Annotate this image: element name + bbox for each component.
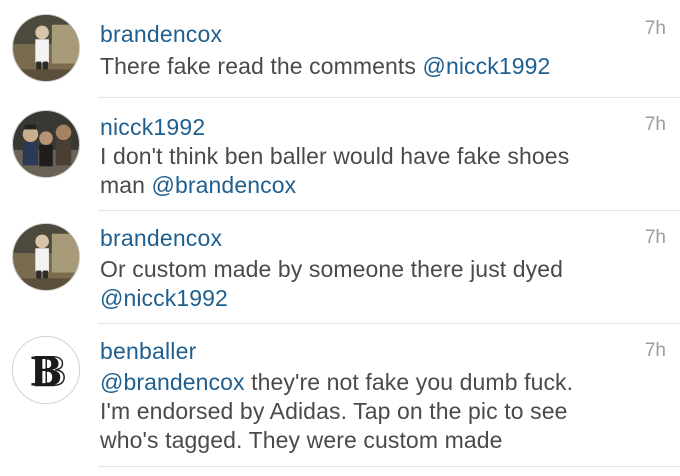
user-avatar[interactable] <box>12 14 80 82</box>
comment-text: I don't think ben baller would have fake… <box>100 142 660 200</box>
comment-line-text: they're not fake you dumb fuck. <box>244 369 574 395</box>
user-avatar[interactable] <box>12 110 80 178</box>
comment-line-text: I'm endorsed by Adidas. Tap on the pic t… <box>100 398 568 424</box>
comment-line: man @brandencox <box>100 171 660 200</box>
comment-timestamp: 7h <box>644 227 666 248</box>
divider <box>98 466 680 467</box>
comment-line: Or custom made by someone there just dye… <box>100 255 660 284</box>
group-photo-avatar-icon <box>13 111 79 177</box>
comment-line-text: I don't think ben baller would have fake… <box>100 143 570 169</box>
mention-link[interactable]: @nicck1992 <box>100 285 228 311</box>
comment-timestamp: 7h <box>644 18 666 39</box>
mention-link[interactable]: @brandencox <box>100 369 245 395</box>
user-avatar[interactable] <box>12 223 80 291</box>
comment-line: who's tagged. They were custom made <box>100 426 660 455</box>
mention-link[interactable]: @brandencox <box>152 172 297 198</box>
comment-line-text: There fake read the comments <box>100 53 423 79</box>
comment-line: There fake read the comments @nicck1992 <box>100 52 660 81</box>
user-photo-avatar-icon <box>13 224 79 290</box>
comment-line-text: Or custom made by someone there just dye… <box>100 256 564 282</box>
user-avatar[interactable]: B B <box>12 336 80 404</box>
comment-username[interactable]: brandencox <box>100 21 222 47</box>
user-photo-avatar-icon <box>13 15 79 81</box>
comment-line-text: man <box>100 172 152 198</box>
comment-text: @brandencox they're not fake you dumb fu… <box>100 368 660 455</box>
svg-text:B: B <box>33 351 66 396</box>
comment-line: I'm endorsed by Adidas. Tap on the pic t… <box>100 397 660 426</box>
comment-item: brandencox 7h There fake read the commen… <box>0 0 680 98</box>
comment-text: Or custom made by someone there just dye… <box>100 255 660 313</box>
comment-line: I don't think ben baller would have fake… <box>100 142 660 171</box>
comment-username[interactable]: brandencox <box>100 225 222 251</box>
bb-logo-avatar-icon: B B <box>13 337 79 403</box>
comment-text: There fake read the comments @nicck1992 <box>100 52 660 81</box>
comment-item: brandencox 7h Or custom made by someone … <box>0 211 680 323</box>
comment-timestamp: 7h <box>644 340 666 361</box>
comment-line-text: who's tagged. They were custom made <box>100 427 503 453</box>
comment-username[interactable]: benballer <box>100 338 196 364</box>
comment-username[interactable]: nicck1992 <box>100 114 205 140</box>
comment-line: @nicck1992 <box>100 284 660 313</box>
mention-link[interactable]: @nicck1992 <box>423 53 551 79</box>
comment-item: nicck1992 7h I don't think ben baller wo… <box>0 98 680 210</box>
comment-line: @brandencox they're not fake you dumb fu… <box>100 368 660 397</box>
comment-list: brandencox 7h There fake read the commen… <box>0 0 680 476</box>
comment-timestamp: 7h <box>644 114 666 135</box>
comment-item: B B benballer 7h @brandencox they're not… <box>0 324 680 476</box>
